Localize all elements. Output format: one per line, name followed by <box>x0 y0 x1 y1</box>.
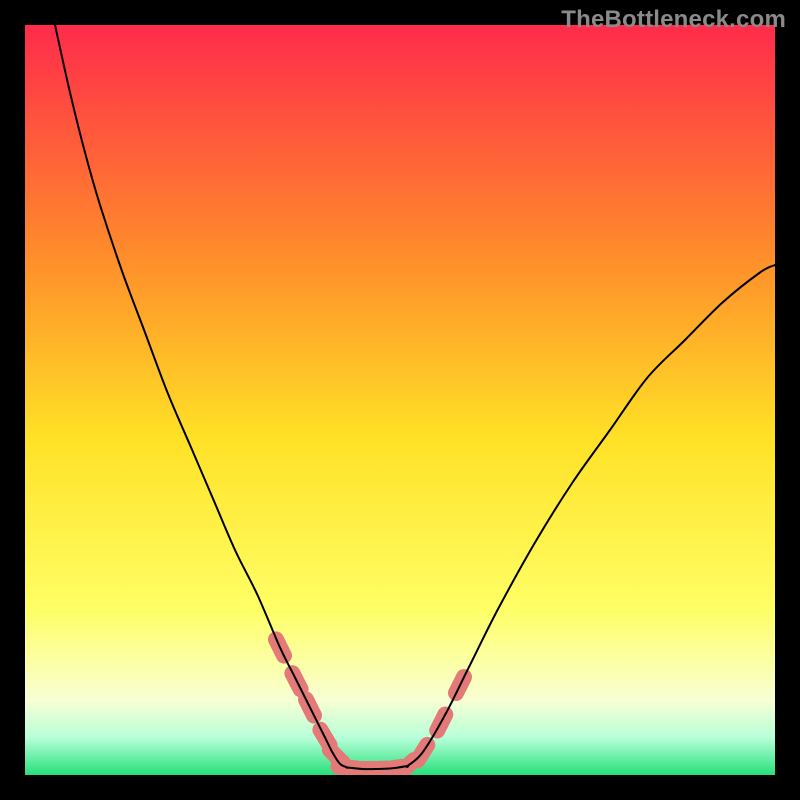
plot-area <box>25 25 775 775</box>
gradient-background <box>25 25 775 775</box>
plot-svg <box>25 25 775 775</box>
watermark-text: TheBottleneck.com <box>561 6 786 34</box>
chart-frame: TheBottleneck.com <box>0 0 800 800</box>
